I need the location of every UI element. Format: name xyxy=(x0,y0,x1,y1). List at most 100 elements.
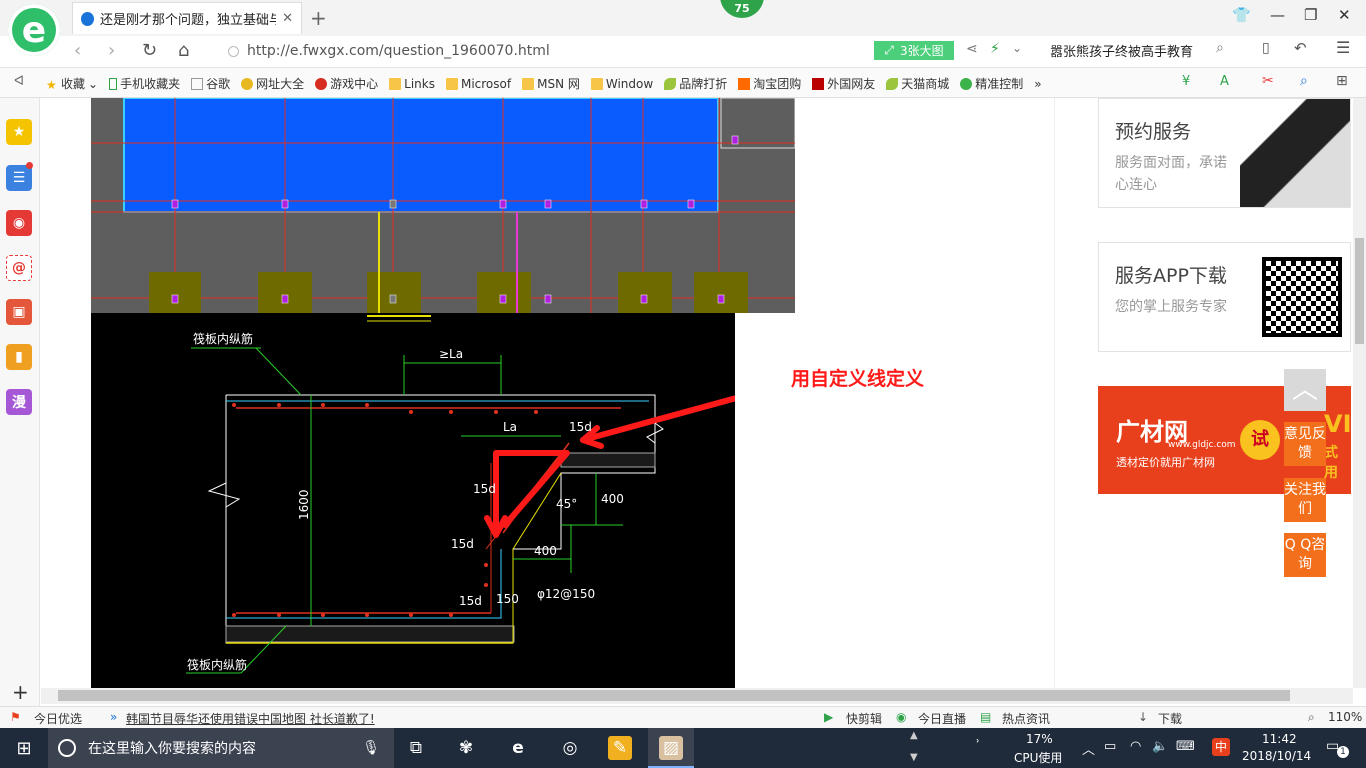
bookmarks-more[interactable]: » xyxy=(1034,75,1041,92)
bookmark-item[interactable]: 游戏中心 xyxy=(315,75,378,92)
vertical-scrollbar[interactable] xyxy=(1353,98,1366,688)
app-pinwheel-icon[interactable]: ✾ xyxy=(454,736,478,760)
bookmark-item[interactable]: 外国网友 xyxy=(812,75,875,92)
bookmark-item[interactable]: MSN 网 xyxy=(522,75,580,92)
download[interactable]: 下载 xyxy=(1158,710,1182,727)
network-icon[interactable]: ▭ xyxy=(1104,739,1116,754)
sidebar-toggle-icon[interactable]: ᐊ xyxy=(14,74,24,89)
download-icon: ↓ xyxy=(1138,710,1149,724)
refresh-icon[interactable]: ↻ xyxy=(142,40,157,61)
bookmark-item[interactable]: 天猫商城 xyxy=(886,75,949,92)
book-icon[interactable]: ▮ xyxy=(6,344,32,370)
comic-icon[interactable]: 漫 xyxy=(6,389,32,415)
microphone-icon[interactable]: 🎙 xyxy=(362,740,380,756)
new-tab-button[interactable]: + xyxy=(310,6,327,30)
yen-icon[interactable]: ¥ xyxy=(1182,74,1190,89)
big-image-button[interactable]: ⤢ 3张大图 xyxy=(874,41,954,60)
bookmark-item[interactable]: Microsof xyxy=(445,75,511,92)
close-tab-icon[interactable]: ✕ xyxy=(282,11,293,26)
windows-start-icon[interactable]: ⊞ xyxy=(12,736,36,760)
back-icon[interactable]: ‹ xyxy=(74,40,81,61)
chevron-down-icon[interactable]: ⌄ xyxy=(1012,41,1022,55)
forward-icon[interactable]: › xyxy=(108,40,115,61)
browser-tab[interactable]: 还是刚才那个问题，独立基础与筏 ✕ xyxy=(72,2,302,34)
bookmark-item[interactable]: Links xyxy=(389,75,435,92)
home-icon[interactable]: ⌂ xyxy=(178,40,189,61)
security-icon xyxy=(228,45,239,57)
service-card[interactable]: 预约服务 服务面对面，承诺心连心 xyxy=(1098,98,1351,208)
browser-swirl-icon[interactable]: ◎ xyxy=(558,736,582,760)
bookmark-item[interactable]: 手机收藏夹 xyxy=(109,75,180,92)
bookmark-item[interactable]: 精准控制 xyxy=(960,75,1023,92)
paint-app-icon[interactable]: ▨ xyxy=(659,736,683,760)
task-view-icon[interactable]: ⧉ xyxy=(404,736,428,760)
lightning-icon[interactable]: ⚡ xyxy=(990,41,1000,57)
magnifier-icon[interactable]: ⌕ xyxy=(1300,73,1308,89)
search-hint[interactable]: 嚣张熊孩子终被高手教育 xyxy=(1050,41,1193,60)
weibo-icon[interactable]: ◉ xyxy=(6,210,32,236)
bookmark-item[interactable]: 淘宝团购 xyxy=(738,75,801,92)
undo-icon[interactable]: ↶ xyxy=(1294,39,1307,57)
bookmark-item[interactable]: 网址大全 xyxy=(241,75,304,92)
horizontal-scroll-thumb[interactable] xyxy=(58,690,1290,701)
bookmark-item[interactable]: 谷歌 xyxy=(191,75,230,92)
mail-icon[interactable]: @ xyxy=(6,255,32,281)
close-window-icon[interactable]: ✕ xyxy=(1338,6,1351,24)
scroll-up-icon[interactable]: ▲ xyxy=(910,730,918,741)
bookmark-item[interactable]: Window xyxy=(590,75,653,92)
tab-title: 还是刚才那个问题，独立基础与筏 xyxy=(99,13,277,28)
scissors-icon[interactable]: ✂ xyxy=(1262,73,1274,89)
app-card[interactable]: 服务APP下载 您的掌上服务专家 xyxy=(1098,242,1351,352)
tray-chevron-icon[interactable]: ︿ xyxy=(1082,739,1095,758)
bookmark-label: 收藏 xyxy=(61,77,86,91)
feedback-button[interactable]: 意见反馈 xyxy=(1284,422,1326,466)
favorites-star-icon[interactable]: ★ xyxy=(6,119,32,145)
restore-icon[interactable]: ❐ xyxy=(1304,6,1317,24)
apps-icon[interactable]: ⊞ xyxy=(1336,73,1348,89)
live[interactable]: 今日直播 xyxy=(918,710,966,727)
vertical-scroll-thumb[interactable] xyxy=(1355,238,1364,344)
scroll-down-icon[interactable]: ▼ xyxy=(910,752,918,763)
pen-icon[interactable]: ʾ xyxy=(976,738,980,753)
dim-400-horizontal: 400 xyxy=(534,544,557,558)
follow-button[interactable]: 关注我们 xyxy=(1284,478,1326,522)
browser-logo[interactable]: e xyxy=(8,4,60,56)
taskbar-search[interactable]: 在这里输入你要搜索的内容 🎙 xyxy=(48,728,394,768)
menu-icon[interactable]: ☰ xyxy=(1336,38,1350,57)
back-to-top-button[interactable]: ︿ xyxy=(1284,369,1326,411)
d15-top-label: 15d xyxy=(569,420,592,434)
hot-news[interactable]: 热点资讯 xyxy=(1002,710,1050,727)
bookmark-item[interactable]: ★ 收藏 ⌄ xyxy=(46,75,98,92)
keyboard-icon[interactable]: ⌨ xyxy=(1176,739,1195,754)
cad-section-drawing: 筏板内纵筋 筏板内纵筋 ≥La La 15d 15d 15d 15d 1600 … xyxy=(91,313,794,688)
wifi-icon[interactable]: ◠ xyxy=(1130,739,1141,754)
skin-icon[interactable]: 👕 xyxy=(1232,6,1251,24)
bookmark-item[interactable]: 品牌打折 xyxy=(664,75,727,92)
volume-icon[interactable]: 🔈 xyxy=(1152,739,1168,754)
news-link[interactable]: 韩国节目辱华还使用错误中国地图 社长道歉了! xyxy=(126,710,375,727)
bookmark-label: 品牌打折 xyxy=(679,77,728,91)
today-pick[interactable]: 今日优选 xyxy=(34,710,82,727)
translate-icon[interactable]: A xyxy=(1220,74,1229,89)
cortana-icon xyxy=(58,739,76,757)
qq-button[interactable]: Q Q咨询 xyxy=(1284,533,1326,577)
minimize-icon[interactable]: — xyxy=(1270,6,1285,24)
zoom-level[interactable]: 110% xyxy=(1328,710,1362,724)
game-icon[interactable]: ▣ xyxy=(6,299,32,325)
big-image-label: 3张大图 xyxy=(899,44,944,58)
ie-browser-icon[interactable]: e xyxy=(506,736,530,760)
quick-cut[interactable]: 快剪辑 xyxy=(846,710,882,727)
notification-count: 1 xyxy=(1337,746,1349,758)
ime-icon[interactable]: 中 xyxy=(1212,738,1230,756)
clock-time[interactable]: 11:42 xyxy=(1262,732,1297,746)
sidebar-add-button[interactable]: + xyxy=(12,680,29,704)
share-icon[interactable]: ⋖ xyxy=(966,41,978,57)
annotation-text: 用自定义线定义 xyxy=(791,368,925,390)
clock-date[interactable]: 2018/10/14 xyxy=(1242,749,1311,763)
search-icon[interactable]: ⌕ xyxy=(1216,40,1224,56)
notes-app-icon[interactable]: ✎ xyxy=(608,736,632,760)
taskbar: ⊞ 在这里输入你要搜索的内容 🎙 ⧉ ✾ e ◎ ✎ ▨ ▲ ▼ ʾ 17% C… xyxy=(0,728,1366,768)
banner-url: www.gldjc.com xyxy=(1168,440,1236,450)
phone-icon[interactable]: ▯ xyxy=(1262,40,1270,56)
bottom-rebar-label: 筏板内纵筋 xyxy=(187,657,247,672)
